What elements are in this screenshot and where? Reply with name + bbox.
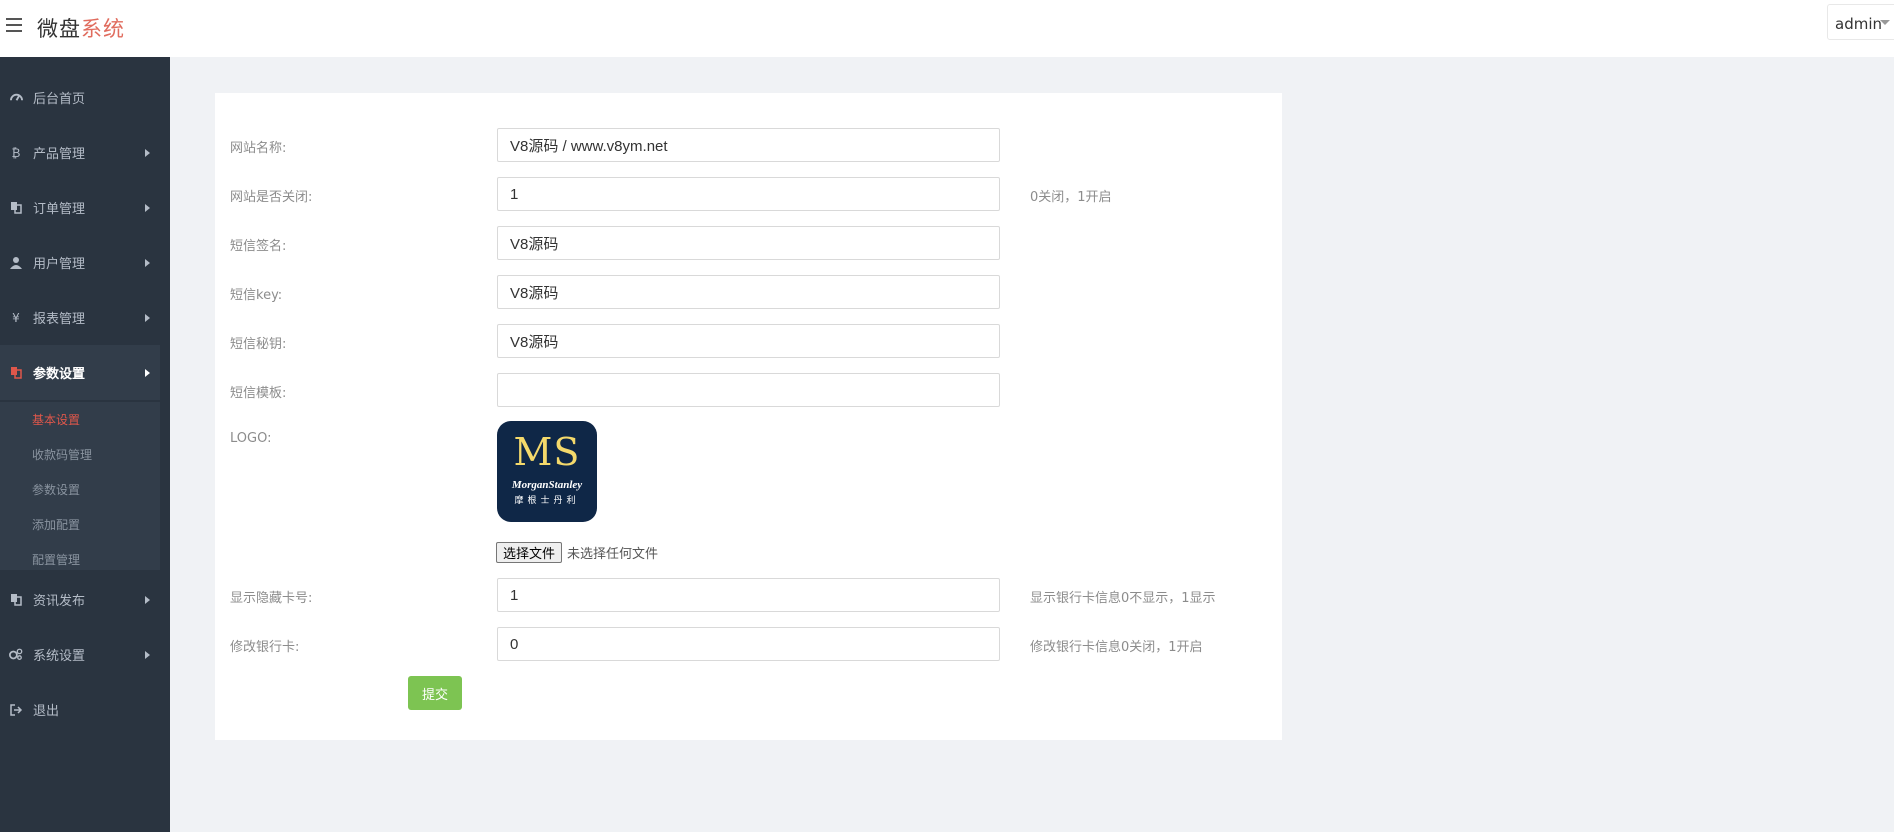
user-name: admin: [1835, 15, 1882, 33]
edit-card-help: 修改银行卡信息0关闭，1开启: [1030, 640, 1203, 655]
copy-icon: [9, 593, 23, 607]
show-card-label: 显示隐藏卡号:: [230, 591, 313, 606]
site-name-label: 网站名称:: [230, 141, 287, 156]
submenu-item-params[interactable]: 参数设置: [32, 481, 80, 498]
chevron-down-icon: [1880, 20, 1890, 25]
sidebar-item-label: 订单管理: [33, 202, 86, 217]
submit-button[interactable]: 提交: [408, 676, 462, 710]
sidebar-item-label: 后台首页: [33, 92, 86, 107]
sidebar-item-orders[interactable]: 订单管理: [0, 180, 160, 235]
submenu-item-config-manage[interactable]: 配置管理: [32, 551, 80, 568]
copy-icon: [9, 201, 23, 215]
submenu-item-add-config[interactable]: 添加配置: [32, 516, 80, 533]
gears-icon: [9, 648, 23, 662]
sms-sign-input[interactable]: [497, 226, 1000, 260]
sidebar-item-label: 系统设置: [33, 649, 86, 664]
show-card-help: 显示银行卡信息0不显示，1显示: [1030, 591, 1216, 606]
sidebar-item-label: 产品管理: [33, 147, 86, 162]
sidebar-item-system[interactable]: 系统设置: [0, 627, 160, 682]
yen-icon: ¥: [12, 310, 20, 325]
choose-file-button[interactable]: 选择文件: [496, 541, 563, 563]
sidebar-item-news[interactable]: 资讯发布: [0, 572, 160, 627]
submenu-item-payment-code[interactable]: 收款码管理: [32, 446, 92, 463]
user-icon: [9, 256, 23, 270]
top-header: 微盘系统: [0, 0, 1894, 57]
sidebar-item-label: 退出: [33, 704, 60, 719]
chevron-right-icon: [145, 204, 150, 212]
sidebar-item-label: 参数设置: [33, 367, 86, 382]
menu-bar: [6, 30, 22, 32]
logo-ms-text: MS: [513, 430, 581, 474]
logo-image: MS MorganStanley 摩根士丹利: [497, 421, 597, 522]
menu-bar: [6, 24, 22, 26]
sidebar-item-label: 资讯发布: [33, 594, 86, 609]
sidebar-item-users[interactable]: 用户管理: [0, 235, 160, 290]
sms-key-input[interactable]: [497, 275, 1000, 309]
bitcoin-icon: ₿: [11, 145, 21, 160]
edit-card-input[interactable]: [497, 627, 1000, 661]
sidebar-item-label: 报表管理: [33, 312, 86, 327]
dashboard-icon: [9, 91, 23, 105]
chevron-right-icon: [145, 651, 150, 659]
site-name-input[interactable]: [497, 128, 1000, 162]
logo-cn-text: 摩根士丹利: [514, 496, 580, 506]
sms-template-label: 短信模板:: [230, 386, 287, 401]
site-closed-label: 网站是否关闭:: [230, 190, 313, 205]
sidebar-item-logout[interactable]: 退出: [0, 682, 160, 737]
sms-key-label: 短信key:: [230, 288, 283, 303]
sign-out-icon: [9, 703, 23, 717]
sidebar-item-dashboard[interactable]: 后台首页: [0, 70, 160, 125]
chevron-right-icon: [145, 149, 150, 157]
brand-accent: 系统: [81, 17, 125, 41]
sidebar-item-products[interactable]: ₿ 产品管理: [0, 125, 160, 180]
menu-toggle-icon[interactable]: [6, 18, 22, 32]
sms-template-input[interactable]: [497, 373, 1000, 407]
sms-secret-label: 短信秘钥:: [230, 337, 287, 352]
chevron-right-icon: [145, 596, 150, 604]
chevron-right-icon: [145, 314, 150, 322]
chevron-right-icon: [145, 369, 150, 377]
show-card-input[interactable]: [497, 578, 1000, 612]
chevron-right-icon: [145, 259, 150, 267]
sms-sign-label: 短信签名:: [230, 239, 287, 254]
file-status: 未选择任何文件: [567, 546, 659, 562]
brand-title: 微盘系统: [37, 13, 125, 43]
sidebar-item-reports[interactable]: ¥ 报表管理: [0, 290, 160, 345]
site-closed-help: 0关闭，1开启: [1030, 190, 1112, 205]
submenu-item-basic[interactable]: 基本设置: [32, 411, 80, 428]
brand-main: 微盘: [37, 17, 81, 41]
sms-secret-input[interactable]: [497, 324, 1000, 358]
edit-card-label: 修改银行卡:: [230, 640, 300, 655]
sidebar-item-params[interactable]: 参数设置: [0, 345, 160, 400]
logo-name-text: MorganStanley: [511, 479, 583, 491]
menu-bar: [6, 18, 22, 20]
site-closed-input[interactable]: [497, 177, 1000, 211]
params-submenu: 基本设置 收款码管理 参数设置 添加配置 配置管理: [0, 402, 160, 570]
copy-icon: [9, 366, 23, 380]
file-upload: 选择文件 未选择任何文件: [496, 541, 658, 563]
sidebar-item-label: 用户管理: [33, 257, 86, 272]
logo-label: LOGO:: [230, 431, 272, 446]
